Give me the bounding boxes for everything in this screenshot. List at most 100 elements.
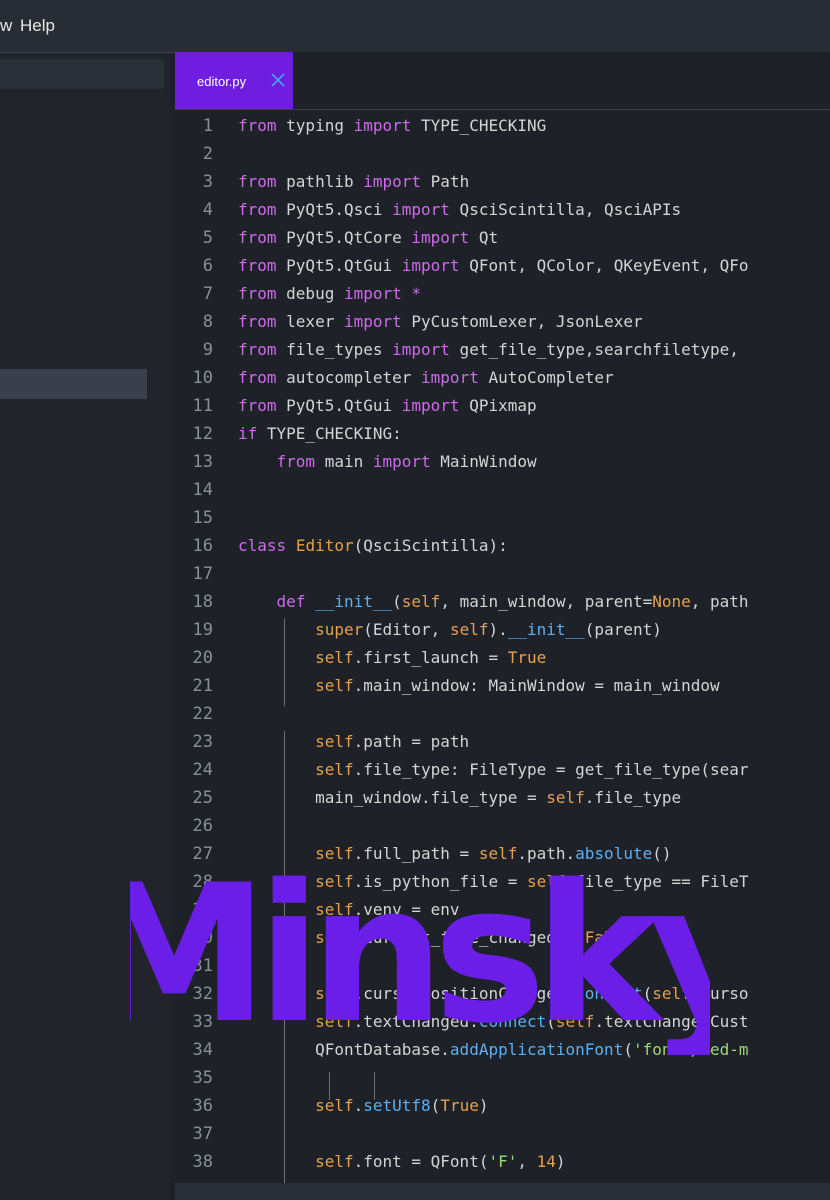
code-token: (QsciScintilla): (353, 536, 508, 555)
code-token: QPixmap (459, 396, 537, 415)
code-token: file_types (276, 340, 393, 359)
code-token: import (401, 256, 460, 275)
code-token: PyQt5.QtCore (276, 228, 412, 247)
code-line[interactable]: main_window.file_type = self.file_type (238, 784, 681, 812)
tab-bar: editor.py (175, 52, 830, 110)
code-token: addApplicationFont (449, 1040, 624, 1059)
line-number: 30 (192, 928, 213, 948)
code-line[interactable]: self.font = QFont('F', 14) (238, 1148, 566, 1176)
code-line[interactable]: self.main_window: MainWindow = main_wind… (238, 672, 720, 700)
line-number: 21 (192, 676, 213, 696)
line-number: 10 (192, 368, 213, 388)
code-token: setUtf8 (363, 1096, 431, 1115)
code-line[interactable]: self.file_type: FileType = get_file_type… (238, 756, 748, 784)
code-line[interactable]: from lexer import PyCustomLexer, JsonLex… (238, 308, 643, 336)
code-line[interactable]: from autocompleter import AutoCompleter (238, 364, 614, 392)
code-line[interactable]: self.full_path = self.path.absolute() (238, 840, 671, 868)
code-line[interactable]: from PyQt5.Qsci import QsciScintilla, Qs… (238, 196, 681, 224)
code-token: from (238, 256, 277, 275)
code-line[interactable]: super(Editor, self).__init__(parent) (238, 616, 662, 644)
code-line[interactable]: QFontDatabase.addApplicationFont('fonts/… (238, 1036, 748, 1064)
code-token: , path (690, 592, 749, 611)
line-number: 2 (202, 144, 213, 164)
code-line[interactable]: from PyQt5.QtCore import Qt (238, 224, 498, 252)
code-token: import (343, 312, 402, 331)
file-explorer-sidebar (0, 53, 170, 1200)
code-token: .textChangedCust (594, 1012, 749, 1031)
code-token: import (392, 340, 450, 359)
code-line[interactable]: self.path = path (238, 728, 469, 756)
close-icon[interactable] (267, 69, 289, 91)
code-line[interactable]: from typing import TYPE_CHECKING (238, 112, 546, 140)
code-token: ). (488, 620, 508, 639)
code-token: .main_window: MainWindow = main_window (353, 676, 720, 695)
code-line[interactable]: from PyQt5.QtGui import QPixmap (238, 392, 537, 420)
code-token: self (315, 732, 354, 751)
code-token: MainWindow (430, 452, 537, 471)
code-line[interactable]: self.is_python_file = self.file_type == … (238, 868, 748, 896)
code-token: super (315, 620, 364, 639)
code-token: .first_launch = (353, 648, 508, 667)
code-line[interactable]: self.setUtf8(True) (238, 1092, 488, 1120)
code-token: ) (555, 1152, 566, 1171)
code-line[interactable]: from pathlib import Path (238, 168, 469, 196)
code-token: import (372, 452, 431, 471)
code-line[interactable]: def __init__(self, main_window, parent=N… (238, 588, 749, 616)
code-line[interactable]: from main import MainWindow (238, 448, 537, 476)
code-token: .path = path (353, 732, 470, 751)
code-token: self (555, 1012, 595, 1031)
code-token: from (276, 452, 316, 471)
code-token: lexer (276, 312, 344, 331)
code-token: self (315, 1152, 354, 1171)
code-line[interactable]: self.current_file_changed = False (238, 924, 633, 952)
code-line[interactable]: self.textChanged.connect(self.textChange… (238, 1008, 749, 1036)
code-line[interactable]: if TYPE_CHECKING: (238, 420, 402, 448)
code-line[interactable]: from PyQt5.QtGui import QFont, QColor, Q… (238, 252, 749, 280)
code-line[interactable]: self.first_launch = True (238, 644, 546, 672)
code-token: .is_python_file = (353, 872, 527, 891)
code-token: import (353, 116, 412, 135)
line-number: 35 (192, 1068, 213, 1088)
line-number: 38 (192, 1152, 213, 1172)
editor-window: w Help editor.py 1 2 3 4 5 6 7 8 9 10 11 12 13 14 15 16… (0, 0, 830, 1200)
code-line[interactable]: from debug import * (238, 280, 421, 308)
sidebar-item-selected[interactable] (0, 369, 147, 399)
code-token: import (392, 200, 450, 219)
line-number: 17 (192, 564, 213, 584)
code-line[interactable]: self.venv = env (238, 896, 460, 924)
horizontal-scrollbar[interactable] (175, 1183, 830, 1200)
code-token: .venv = env (353, 900, 460, 919)
code-token: self (449, 620, 489, 639)
code-token: QFontDatabase. (238, 1040, 450, 1059)
code-token: __init__ (507, 620, 585, 639)
tab-editor-py[interactable]: editor.py (175, 52, 293, 109)
code-token: self (315, 676, 354, 695)
code-line[interactable]: class Editor(QsciScintilla): (238, 532, 508, 560)
code-token: self (315, 844, 354, 863)
menu-view[interactable]: w (0, 16, 12, 36)
line-number: 29 (192, 900, 213, 920)
code-line[interactable]: from file_types import get_file_type,sea… (238, 336, 739, 364)
code-line[interactable]: self.cursorPositionChanged.connect(self.… (238, 980, 749, 1008)
code-area[interactable]: from typing import TYPE_CHECKINGfrom pat… (238, 110, 830, 1200)
menu-help[interactable]: Help (20, 16, 55, 36)
code-token: .current_file_changed = (353, 928, 585, 947)
code-token: def (276, 592, 306, 611)
code-editor[interactable]: 1 2 3 4 5 6 7 8 9 10 11 12 13 14 15 16 17 18 19 20 21 22 23 24 2… (175, 110, 830, 1200)
line-number: 6 (202, 256, 213, 276)
code-token: ( (642, 984, 653, 1003)
code-token: ) (478, 1096, 489, 1115)
line-number: 18 (192, 592, 213, 612)
code-token: True (440, 1096, 479, 1115)
code-token: __init__ (315, 592, 393, 611)
sidebar-search-input[interactable] (0, 59, 164, 89)
code-token: .cursorPositionChanged. (353, 984, 576, 1003)
code-token: self (315, 648, 354, 667)
